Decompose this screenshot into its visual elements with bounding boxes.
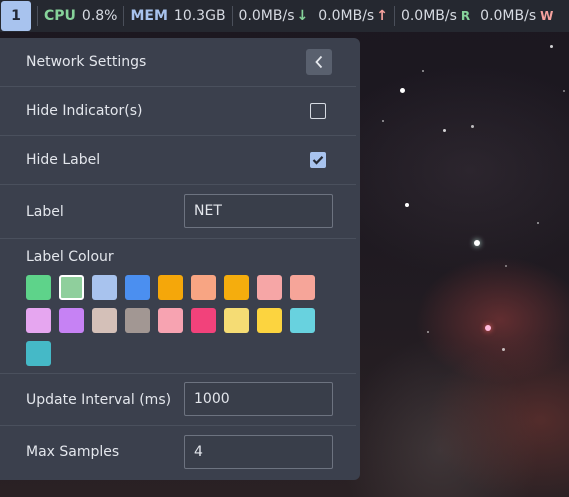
back-button[interactable] bbox=[306, 49, 332, 75]
mem-indicator[interactable]: MEM 10.3GB bbox=[130, 8, 225, 24]
net-down-value: 0.0MB/s bbox=[238, 8, 295, 24]
star bbox=[405, 203, 409, 207]
hide-indicators-checkbox[interactable] bbox=[310, 103, 326, 119]
label-colour-title: Label Colour bbox=[26, 249, 114, 265]
star bbox=[422, 70, 424, 72]
hide-indicators-label: Hide Indicator(s) bbox=[26, 103, 143, 119]
network-settings-panel: Network Settings Hide Indicator(s) Hide … bbox=[0, 38, 360, 480]
colour-swatch[interactable] bbox=[26, 308, 51, 333]
cpu-value: 0.8% bbox=[81, 8, 118, 24]
panel-title: Network Settings bbox=[26, 54, 147, 70]
mem-label: MEM bbox=[130, 8, 168, 24]
checkmark-icon bbox=[312, 156, 324, 165]
colour-swatch[interactable] bbox=[257, 308, 282, 333]
disk-read-value: 0.0MB/s bbox=[400, 8, 457, 24]
star bbox=[443, 129, 446, 132]
top-bar: 1 CPU 0.8% MEM 10.3GB 0.0MB/s ↓ 0.0MB/s … bbox=[0, 0, 569, 32]
chevron-left-icon bbox=[315, 55, 323, 69]
hide-label-checkbox[interactable] bbox=[310, 152, 326, 168]
divider bbox=[123, 6, 125, 26]
arrow-down-icon: ↓ bbox=[296, 8, 309, 24]
star bbox=[505, 265, 507, 267]
cpu-indicator[interactable]: CPU 0.8% bbox=[44, 8, 117, 24]
star bbox=[502, 348, 505, 351]
star bbox=[563, 90, 565, 92]
colour-swatch[interactable] bbox=[158, 308, 183, 333]
disk-read-label: R bbox=[460, 9, 471, 23]
hide-indicators-row: Hide Indicator(s) bbox=[0, 87, 356, 136]
cpu-label: CPU bbox=[44, 8, 76, 24]
arrow-up-icon: ↑ bbox=[376, 8, 388, 24]
star bbox=[382, 120, 384, 122]
mem-value: 10.3GB bbox=[173, 8, 226, 24]
disk-indicator[interactable]: 0.0MB/s R 0.0MB/s W bbox=[401, 8, 553, 24]
max-samples-label: Max Samples bbox=[26, 444, 120, 460]
colour-swatch[interactable] bbox=[59, 308, 84, 333]
colour-swatch[interactable] bbox=[191, 275, 216, 300]
colour-swatch[interactable] bbox=[224, 275, 249, 300]
colour-swatch[interactable] bbox=[26, 275, 51, 300]
colour-swatch[interactable] bbox=[191, 308, 216, 333]
workspace-button[interactable]: 1 bbox=[1, 1, 31, 31]
label-input[interactable]: NET bbox=[184, 194, 333, 228]
colour-swatch[interactable] bbox=[290, 308, 315, 333]
label-row: Label NET bbox=[0, 185, 356, 239]
star bbox=[550, 45, 553, 48]
max-samples-input[interactable]: 4 bbox=[184, 435, 333, 469]
colour-swatch[interactable] bbox=[26, 341, 51, 366]
update-interval-label: Update Interval (ms) bbox=[26, 391, 172, 408]
star bbox=[485, 325, 491, 331]
net-up-value: 0.0MB/s bbox=[318, 8, 375, 24]
divider bbox=[37, 6, 38, 26]
colour-swatch[interactable] bbox=[224, 308, 249, 333]
colour-swatch[interactable] bbox=[158, 275, 183, 300]
update-interval-row: Update Interval (ms) 1000 bbox=[0, 374, 356, 426]
divider bbox=[393, 6, 395, 26]
star bbox=[400, 88, 405, 93]
colour-swatch[interactable] bbox=[92, 308, 117, 333]
disk-write-label: W bbox=[540, 9, 554, 23]
divider bbox=[231, 6, 233, 26]
colour-swatch[interactable] bbox=[257, 275, 282, 300]
disk-write-value: 0.0MB/s bbox=[480, 8, 537, 24]
panel-header: Network Settings bbox=[0, 38, 356, 87]
colour-swatch[interactable] bbox=[125, 275, 150, 300]
hide-label-row: Hide Label bbox=[0, 136, 356, 185]
colour-swatch[interactable] bbox=[290, 275, 315, 300]
colour-swatch[interactable] bbox=[92, 275, 117, 300]
label-field-label: Label bbox=[26, 203, 64, 220]
star bbox=[471, 125, 474, 128]
colour-swatch[interactable] bbox=[125, 308, 150, 333]
network-indicator[interactable]: 0.0MB/s ↓ 0.0MB/s ↑ bbox=[239, 8, 388, 24]
star bbox=[537, 222, 539, 224]
update-interval-input[interactable]: 1000 bbox=[184, 382, 333, 416]
star bbox=[427, 331, 429, 333]
colour-swatch[interactable] bbox=[59, 275, 84, 300]
max-samples-row: Max Samples 4 bbox=[0, 426, 356, 478]
star bbox=[474, 240, 480, 246]
hide-label-label: Hide Label bbox=[26, 152, 101, 168]
